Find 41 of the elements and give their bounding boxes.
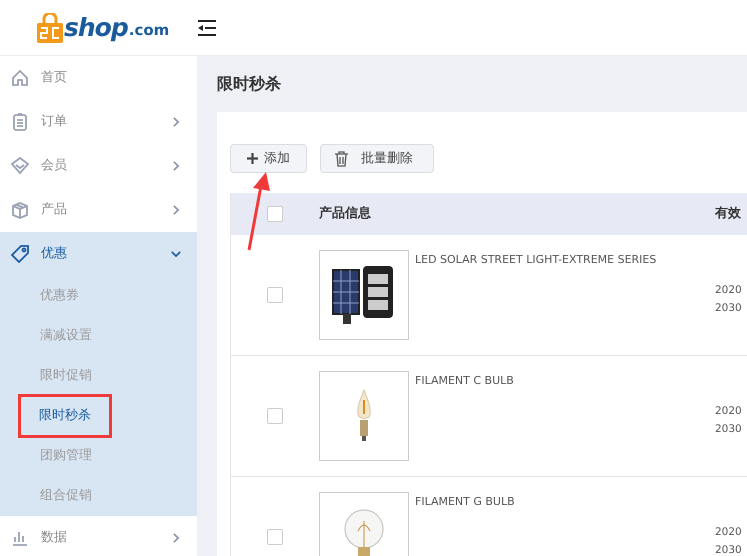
product-name: FILAMENT G BULB (415, 494, 515, 510)
sidebar-item[interactable]: 订单 (0, 100, 197, 144)
home-icon (10, 68, 30, 88)
tag-icon (10, 244, 30, 264)
row-checkbox[interactable] (267, 408, 283, 424)
row-checkbox[interactable] (267, 287, 283, 303)
date-text: 2020 (715, 283, 742, 298)
shopping-bag-icon (37, 12, 63, 42)
sidebar-item[interactable]: 首页 (0, 56, 197, 100)
plus-icon (247, 153, 258, 164)
sidebar-item[interactable]: 会员 (0, 144, 197, 188)
date-text: 2030 (715, 301, 742, 316)
product-name: LED SOLAR STREET LIGHT-EXTREME SERIES (415, 252, 656, 268)
submenu-item[interactable]: 满减设置 (40, 326, 92, 346)
submenu-item[interactable]: 优惠券 (40, 286, 79, 306)
submenu-item[interactable]: 组合促销 (40, 486, 92, 506)
column-header: 有效 (715, 205, 741, 224)
logo-text: shop (64, 15, 128, 40)
diamond-icon (10, 156, 30, 176)
box-icon (10, 200, 30, 220)
sidebar-item[interactable]: 优惠 (0, 232, 197, 276)
date-text: 2030 (715, 422, 742, 437)
submenu-item[interactable]: 团购管理 (40, 446, 92, 466)
date-text: 2030 (715, 543, 742, 556)
column-header: 产品信息 (319, 204, 372, 224)
select-all-checkbox[interactable] (267, 206, 283, 222)
date-text: 2020 (715, 525, 742, 540)
batch-delete-button[interactable]: 批量删除 (320, 144, 434, 173)
submenu-item[interactable]: 限时秒杀 (21, 397, 109, 435)
menu-collapse-icon[interactable] (197, 18, 217, 36)
page-title: 限时秒杀 (217, 73, 282, 95)
clipboard-icon (10, 112, 30, 132)
sidebar-item[interactable]: 数据 (0, 516, 197, 556)
submenu-item[interactable]: 限时促销 (40, 366, 92, 386)
logo-domain: .com (128, 23, 170, 38)
trash-icon (334, 150, 349, 166)
row-checkbox[interactable] (267, 529, 283, 545)
sidebar-item[interactable]: 产品 (0, 188, 197, 232)
date-text: 2020 (715, 404, 742, 419)
product-name: FILAMENT C BULB (415, 373, 514, 389)
add-button[interactable]: 添加 (230, 144, 307, 173)
